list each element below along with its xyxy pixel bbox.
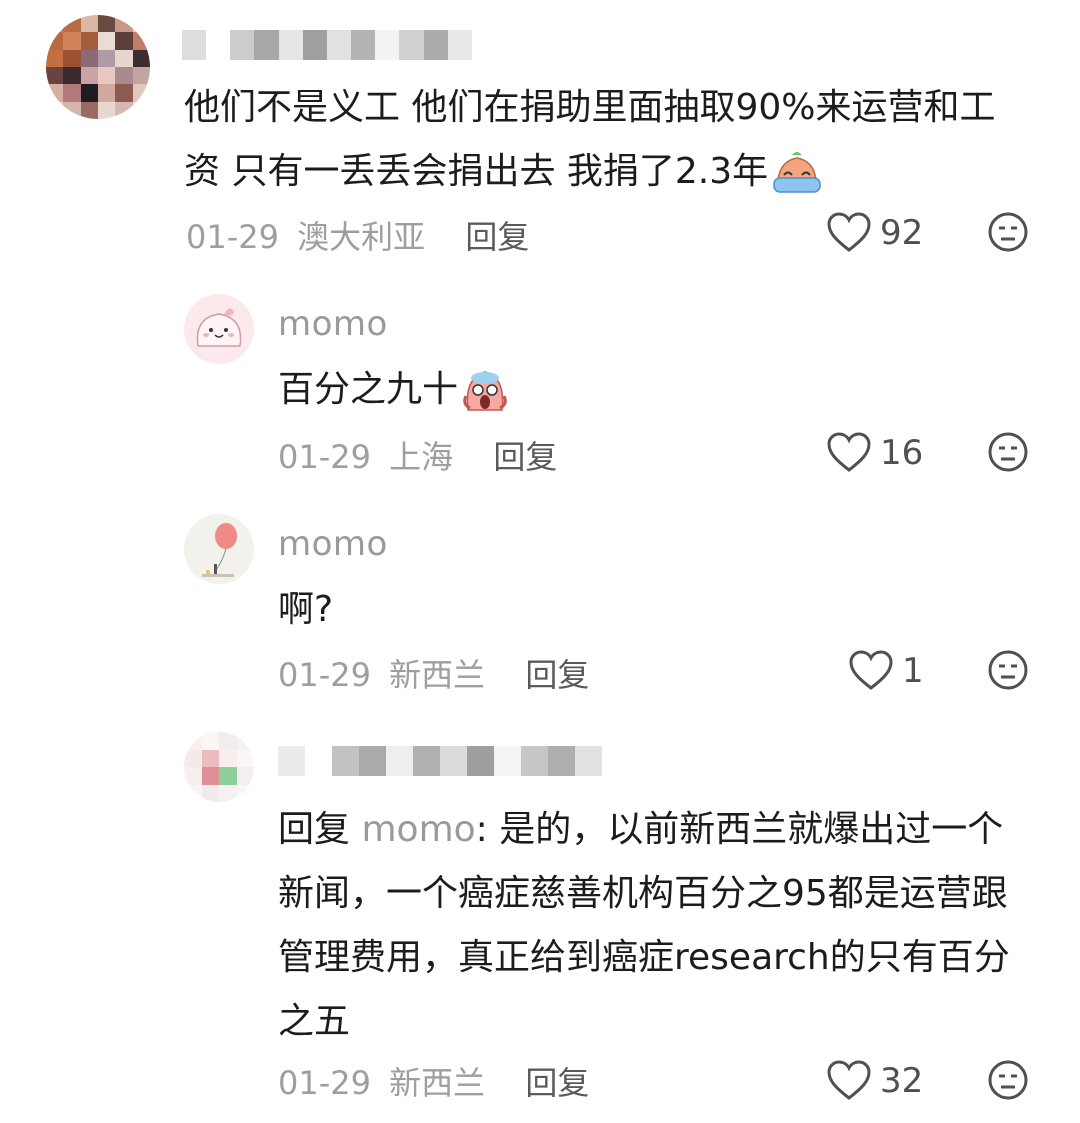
reply-location: 新西兰 [389,1064,486,1102]
comment-text: 他们不是义工 他们在捐助里面抽取90%来运营和工资 只有一丢丢会捐出去 我捐了2… [184,76,1024,204]
dislike-button[interactable] [988,650,1028,694]
reply-avatar-blurred[interactable] [184,732,254,802]
dislike-button[interactable] [988,1060,1028,1104]
crying-emoji-icon [770,150,824,196]
dislike-button[interactable] [988,212,1028,256]
heart-outline-icon [827,212,871,252]
like-button[interactable]: 92 [826,212,923,254]
reply-button[interactable]: 回复 [465,218,529,256]
unamused-face-icon [988,212,1028,252]
like-button[interactable]: 32 [826,1060,923,1102]
mention-link[interactable]: momo [361,809,475,850]
like-count: 92 [880,213,924,253]
reply-date: 01-29 [278,438,371,476]
reply-date: 01-29 [278,656,371,694]
balloon-avatar-icon [202,523,237,577]
comment-meta: 01-29 澳大利亚 回复 [186,212,529,258]
reply-meta: 01-29 新西兰 回复 [278,650,589,696]
like-button[interactable]: 1 [848,650,924,692]
like-button[interactable]: 16 [826,432,923,474]
reply-avatar[interactable] [184,514,254,584]
comment-location: 澳大利亚 [297,218,426,256]
comment-body: 他们不是义工 他们在捐助里面抽取90%来运营和工资 只有一丢丢会捐出去 我捐了2… [184,87,996,192]
heart-outline-icon [827,432,871,472]
reply-text: 回复 momo: 是的，以前新西兰就爆出过一个新闻，一个癌症慈善机构百分之95都… [278,798,1038,1054]
username-blurred[interactable] [278,746,602,776]
reply-button[interactable]: 回复 [525,1064,589,1102]
reply-button[interactable]: 回复 [493,438,557,476]
reply-location: 新西兰 [389,656,486,694]
reply-meta: 01-29 新西兰 回复 [278,1058,589,1104]
reply-text: 百分之九十 [278,358,510,422]
reply-button[interactable]: 回复 [525,656,589,694]
avatar[interactable] [46,15,150,119]
reply-author[interactable]: momo [278,304,388,344]
like-count: 16 [880,433,924,473]
username-blurred[interactable] [182,30,472,60]
cartoon-avatar-icon [196,308,242,347]
reply-body: 百分之九十 [278,369,459,410]
like-count: 32 [880,1061,924,1101]
reply-location: 上海 [389,438,454,476]
reply-avatar[interactable] [184,294,254,364]
like-count: 1 [902,651,924,691]
comment-date: 01-29 [186,218,279,256]
dislike-button[interactable] [988,432,1028,476]
reply-author[interactable]: momo [278,524,388,564]
reply-body: 啊? [278,589,334,630]
unamused-face-icon [988,650,1028,690]
reply-meta: 01-29 上海 回复 [278,432,557,478]
reply-date: 01-29 [278,1064,371,1102]
reply-prefix: 回复 [278,809,351,850]
unamused-face-icon [988,432,1028,472]
unamused-face-icon [988,1060,1028,1100]
screaming-emoji-icon [460,366,510,416]
heart-outline-icon [849,650,893,690]
reply-text: 啊? [278,578,333,642]
heart-outline-icon [827,1060,871,1100]
